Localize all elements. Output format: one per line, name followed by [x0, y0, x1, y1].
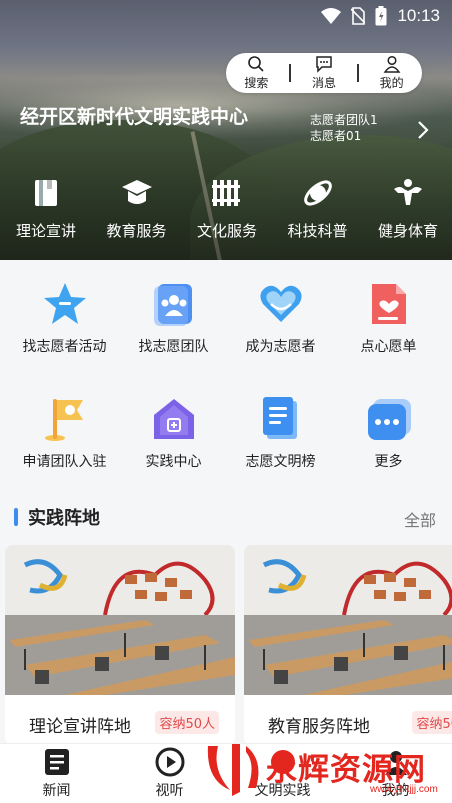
category-fitness[interactable]: 健身体育 — [372, 175, 444, 241]
watermark: 永辉资源网 www.yhkjjj.com — [200, 738, 452, 803]
team-icon — [153, 284, 192, 326]
wish-list-button[interactable]: 点心愿单 — [332, 280, 445, 356]
ticker-line: 志愿者团队1 — [310, 113, 378, 127]
practice-base-card[interactable]: 理论宣讲阵地 容纳50人 — [5, 545, 235, 745]
culture-icon — [212, 180, 240, 206]
civilization-rank-button[interactable]: 志愿文明榜 — [224, 395, 337, 471]
no-sim-icon — [351, 7, 366, 25]
page-title: 经开区新时代文明实践中心 — [20, 106, 249, 128]
find-team-button[interactable]: 找志愿团队 — [117, 280, 230, 356]
heart-icon — [259, 285, 302, 322]
apply-team-button[interactable]: 申请团队入驻 — [8, 395, 121, 471]
volunteer-ticker[interactable]: 志愿者团队1 志愿者01 — [310, 112, 410, 144]
user-icon — [383, 55, 401, 73]
capacity-badge: 容纳50人 — [155, 711, 219, 734]
fitness-icon — [394, 179, 422, 205]
practice-base-list: 理论宣讲阵地 容纳50人 教育服务阵地 容纳5 — [0, 545, 452, 745]
status-bar: 10:13 — [0, 0, 452, 32]
card-title: 理论宣讲阵地 — [29, 717, 131, 737]
card-title: 教育服务阵地 — [268, 717, 370, 737]
top-action-pill: 搜索 消息 我的 — [226, 53, 422, 93]
message-button[interactable]: 消息 — [296, 55, 352, 91]
practice-base-card[interactable]: 教育服务阵地 容纳50人 — [244, 545, 452, 745]
mine-label: 我的 — [379, 76, 404, 90]
classroom-photo — [5, 545, 235, 695]
message-label: 消息 — [311, 76, 336, 90]
watermark-logo — [207, 744, 259, 796]
book-icon — [35, 180, 57, 206]
become-volunteer-button[interactable]: 成为志愿者 — [224, 280, 337, 356]
graduation-cap-icon — [121, 180, 152, 204]
section-accent-bar — [14, 508, 18, 526]
section-header: 实践阵地 全部 — [0, 500, 452, 534]
wish-list-icon — [371, 284, 406, 324]
category-education[interactable]: 教育服务 — [101, 175, 173, 241]
chevron-right-icon[interactable] — [416, 120, 430, 140]
more-button[interactable]: 更多 — [332, 395, 445, 471]
find-activity-button[interactable]: 找志愿者活动 — [8, 280, 121, 356]
ticker-line: 志愿者01 — [310, 129, 362, 143]
practice-center-button[interactable]: 实践中心 — [117, 395, 230, 471]
more-icon — [367, 399, 411, 440]
mine-button[interactable]: 我的 — [364, 55, 420, 91]
document-icon — [262, 397, 297, 439]
view-all-link[interactable]: 全部 — [404, 507, 436, 531]
search-label: 搜索 — [244, 76, 269, 90]
category-theory[interactable]: 理论宣讲 — [10, 175, 82, 241]
category-culture[interactable]: 文化服务 — [191, 175, 263, 241]
capacity-badge: 容纳50人 — [412, 711, 452, 734]
house-icon — [153, 399, 194, 439]
clock: 10:13 — [397, 6, 440, 25]
watermark-url: www.yhkjjj.com — [370, 784, 438, 795]
category-nav: 理论宣讲 教育服务 文化服务 科技科普 健身体育 — [0, 175, 452, 241]
search-button[interactable]: 搜索 — [228, 55, 284, 91]
news-icon — [44, 749, 69, 775]
tab-news[interactable]: 新闻 — [12, 747, 102, 800]
message-icon — [316, 56, 332, 73]
section-title: 实践阵地 — [28, 508, 100, 529]
category-science[interactable]: 科技科普 — [282, 175, 354, 241]
battery-icon — [375, 6, 387, 26]
play-icon — [155, 747, 184, 777]
atom-icon — [303, 180, 332, 206]
search-icon — [248, 56, 264, 72]
flag-icon — [44, 399, 83, 441]
wifi-icon — [321, 8, 342, 24]
star-icon — [43, 283, 86, 324]
service-grid: 找志愿者活动 找志愿团队 成为志愿者 点心愿单 申请团队入驻 实践中心 志愿文明… — [0, 260, 452, 490]
classroom-photo — [244, 545, 452, 695]
watermark-text: 永辉资源网 — [266, 752, 426, 788]
